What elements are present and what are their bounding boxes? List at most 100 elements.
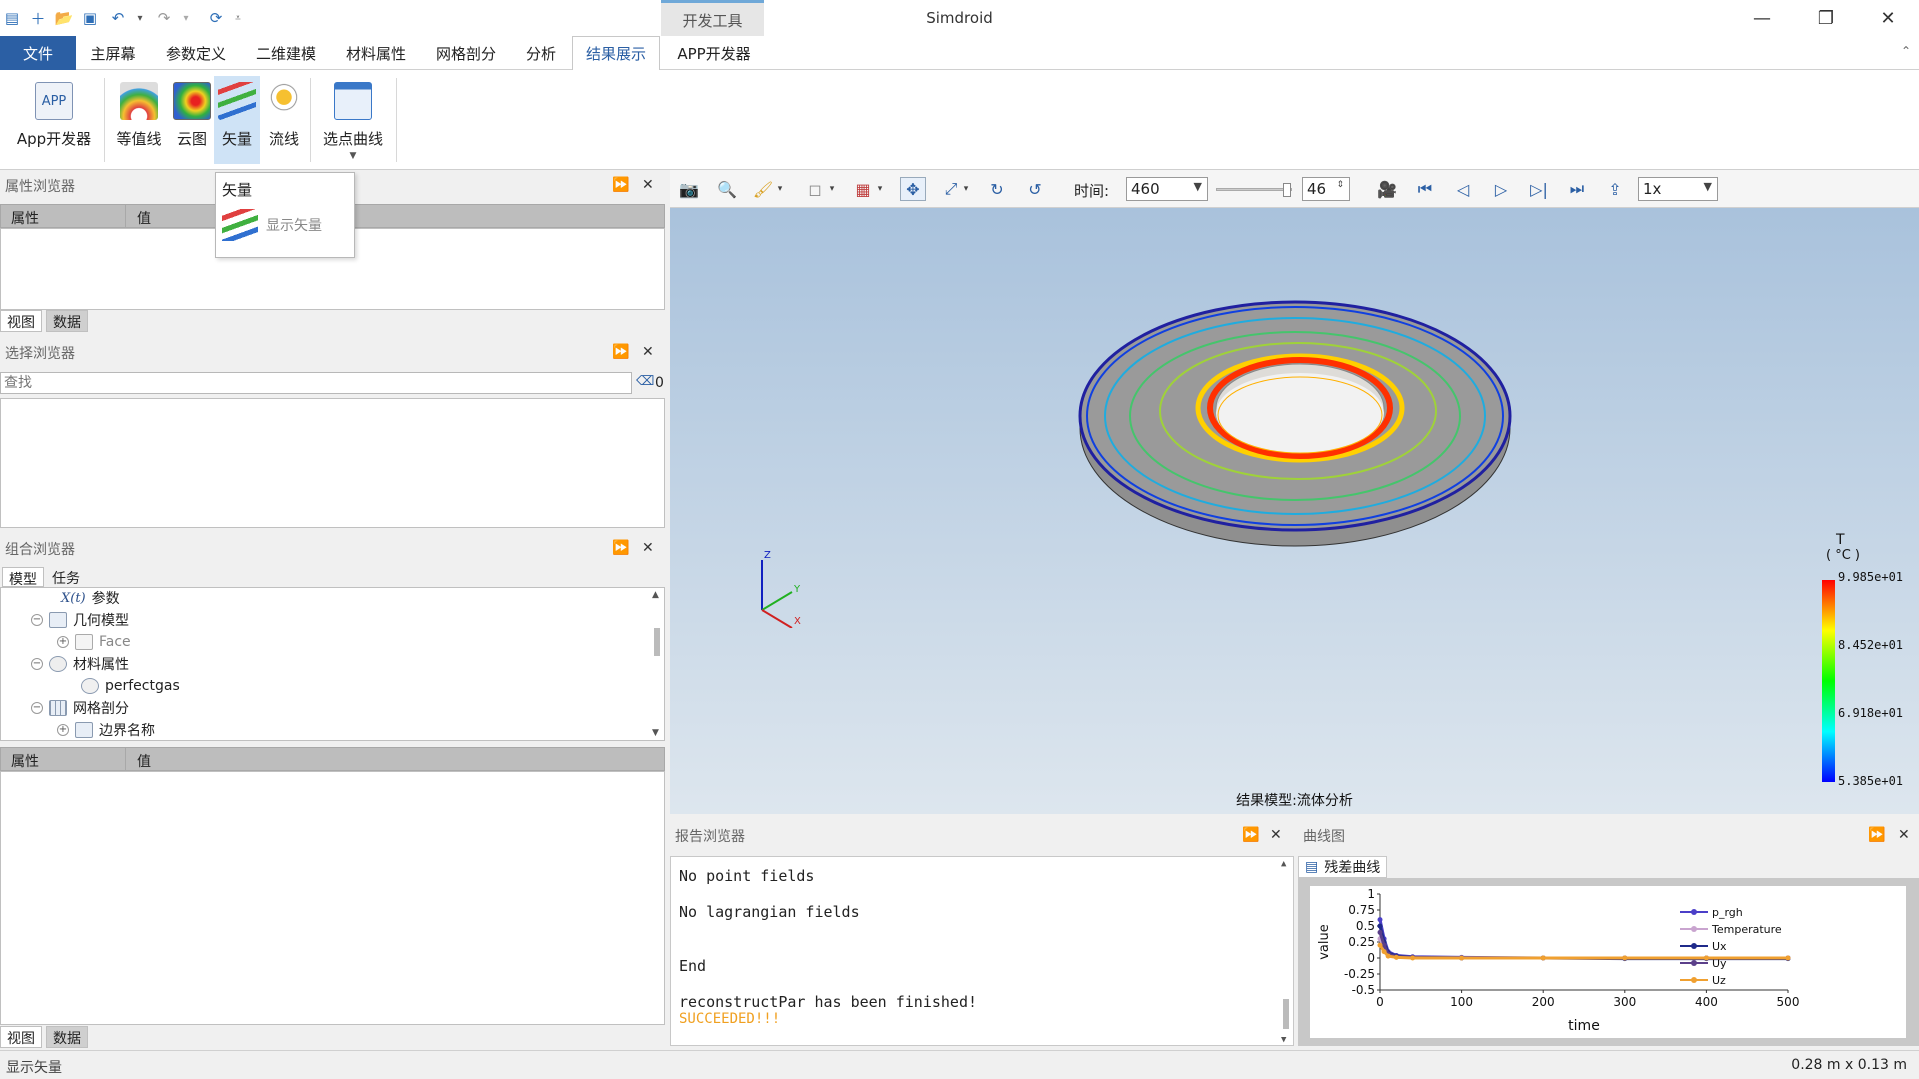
clear-filter-icon[interactable]: ⌫ (636, 374, 654, 389)
new-file-icon[interactable]: ＋ (28, 8, 48, 28)
export-icon[interactable]: ⇪ (1602, 177, 1628, 201)
restore-icon[interactable]: ❐ (1797, 0, 1855, 36)
tab-file[interactable]: 文件 (0, 36, 76, 70)
close-icon[interactable]: ✕ (642, 344, 654, 360)
camera-icon[interactable]: 📷 (676, 177, 702, 201)
tab-model[interactable]: 模型 (2, 567, 44, 588)
play-icon[interactable]: ▷ (1488, 177, 1514, 201)
last-frame-icon[interactable]: ⏭ (1564, 177, 1590, 201)
tree-item-boundary-names[interactable]: + 边界名称 (57, 720, 155, 740)
app-developer-button[interactable]: APP App开发器 (10, 76, 98, 164)
speed-select[interactable]: 1x ▼ (1638, 177, 1718, 201)
chevron-down-icon[interactable]: ▼ (350, 151, 357, 161)
show-vector-menu-item[interactable]: 显示矢量 (222, 209, 322, 241)
step-spinbox[interactable]: 46 ⇕ (1302, 177, 1350, 201)
time-slider-track[interactable] (1216, 183, 1292, 197)
point-curve-button[interactable]: 选点曲线 ▼ (316, 76, 390, 164)
tab-data[interactable]: 数据 (46, 310, 88, 332)
close-icon[interactable]: ✕ (1898, 827, 1910, 843)
report-scrollbar[interactable]: ▲ ▼ (1281, 859, 1291, 1045)
cube-view-icon[interactable]: ◻ (802, 177, 828, 201)
next-frame-icon[interactable]: ▷| (1526, 177, 1552, 201)
tree-item-face[interactable]: + Face (57, 632, 131, 652)
residual-chart[interactable]: 10.750.50.250-0.25-0.50 100 200 300 400 500ti… (1310, 886, 1906, 1038)
contour-button[interactable]: 等值线 (112, 76, 166, 164)
tree-scrollbar[interactable]: ▲ ▼ (652, 590, 662, 738)
save-icon[interactable]: ▣ (80, 8, 100, 28)
streamline-button[interactable]: 流线 (262, 76, 306, 164)
expand-icon[interactable]: + (57, 724, 69, 736)
pin-icon[interactable]: ⏩ (612, 177, 629, 193)
first-frame-icon[interactable]: ⏮ (1412, 177, 1438, 201)
pin-icon[interactable]: ⏩ (1868, 827, 1885, 843)
tab-app-developer[interactable]: APP开发器 (664, 36, 764, 70)
tab-material[interactable]: 材料属性 (334, 36, 418, 70)
rotate-ccw-icon[interactable]: ↺ (1022, 177, 1048, 201)
refresh-icon[interactable]: ⟳ (206, 8, 226, 28)
cloud-map-button[interactable]: 云图 (170, 76, 214, 164)
minimize-icon[interactable]: — (1733, 0, 1791, 36)
tab-meshing[interactable]: 网格剖分 (424, 36, 508, 70)
collapse-ribbon-icon[interactable]: ⌃ (1901, 44, 1911, 58)
undo-dropdown-icon[interactable]: ▾ (130, 8, 150, 28)
scroll-down-icon[interactable]: ▼ (652, 728, 659, 738)
tab-2d-modeling[interactable]: 二维建模 (244, 36, 328, 70)
svg-text:Z: Z (764, 550, 771, 561)
3d-viewport[interactable]: Z Y X (670, 208, 1919, 814)
tree-item-parameters[interactable]: X(t) 参数 (61, 588, 120, 608)
torus-model[interactable] (670, 208, 1919, 814)
devtools-tab[interactable]: 开发工具 (661, 0, 764, 36)
chevron-down-icon[interactable]: ▾ (874, 177, 886, 201)
scroll-up-icon[interactable]: ▲ (652, 590, 659, 600)
tab-results[interactable]: 结果展示 (572, 36, 660, 71)
tab-home[interactable]: 主屏幕 (80, 36, 146, 70)
vector-button[interactable]: 矢量 (214, 76, 260, 164)
color-grid-icon[interactable]: ▦ (850, 177, 876, 201)
customize-toolbar-icon[interactable]: ⩡ (228, 8, 248, 28)
pin-icon[interactable]: ⏩ (1242, 827, 1259, 843)
tab-residual-curve[interactable]: ▤ 残差曲线 (1298, 856, 1388, 878)
time-slider-thumb[interactable] (1283, 183, 1291, 197)
tab-data[interactable]: 数据 (46, 1026, 88, 1048)
open-folder-icon[interactable]: 📂 (54, 8, 74, 28)
fit-view-icon[interactable]: ✥ (900, 177, 926, 201)
brush-icon[interactable]: 🖌 (750, 177, 776, 201)
close-icon[interactable]: ✕ (1859, 0, 1917, 36)
chevron-down-icon[interactable]: ▾ (774, 177, 786, 201)
collapse-icon[interactable]: − (31, 702, 43, 714)
pin-icon[interactable]: ⏩ (612, 344, 629, 360)
undo-icon[interactable]: ↶ (108, 8, 128, 28)
tab-parameters[interactable]: 参数定义 (154, 36, 238, 70)
record-video-icon[interactable]: 🎥 (1374, 177, 1400, 201)
collapse-icon[interactable]: − (31, 658, 43, 670)
scroll-up-icon[interactable]: ▲ (1281, 859, 1286, 869)
tab-view[interactable]: 视图 (0, 310, 42, 332)
close-icon[interactable]: ✕ (1270, 827, 1282, 843)
prev-frame-icon[interactable]: ◁ (1450, 177, 1476, 201)
redo-icon[interactable]: ↷ (154, 8, 174, 28)
pin-icon[interactable]: ⏩ (612, 540, 629, 556)
collapse-icon[interactable]: − (31, 614, 43, 626)
tree-item-mesh[interactable]: − 网格剖分 (31, 698, 129, 718)
tree-item-material[interactable]: − 材料属性 (31, 654, 129, 674)
scroll-thumb[interactable] (654, 628, 660, 656)
rotate-cw-icon[interactable]: ↻ (984, 177, 1010, 201)
chevron-down-icon[interactable]: ▾ (826, 177, 838, 201)
selection-search-input[interactable] (0, 372, 632, 394)
tab-analysis[interactable]: 分析 (514, 36, 568, 70)
zoom-icon[interactable]: 🔍 (714, 177, 740, 201)
tab-task[interactable]: 任务 (52, 568, 80, 588)
close-icon[interactable]: ✕ (642, 177, 654, 193)
scroll-thumb[interactable] (1283, 999, 1289, 1029)
tab-view[interactable]: 视图 (0, 1026, 42, 1048)
tree-item-perfectgas[interactable]: perfectgas (81, 676, 180, 696)
tree-item-geometry[interactable]: − 几何模型 (31, 610, 129, 630)
scroll-down-icon[interactable]: ▼ (1281, 1035, 1286, 1045)
spin-icon[interactable]: ⇕ (1336, 180, 1344, 190)
expand-icon[interactable]: + (57, 636, 69, 648)
parameter-icon: X(t) (61, 590, 86, 606)
close-icon[interactable]: ✕ (642, 540, 654, 556)
chevron-down-icon[interactable]: ▾ (960, 177, 972, 201)
time-select[interactable]: 460 ▼ (1126, 177, 1208, 201)
redo-dropdown-icon[interactable]: ▾ (176, 8, 196, 28)
